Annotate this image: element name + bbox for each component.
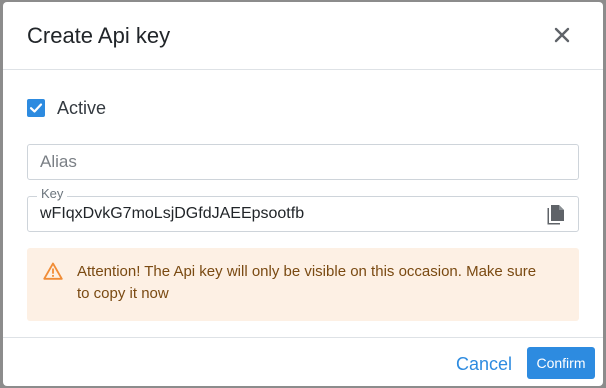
active-checkbox[interactable]	[27, 99, 45, 117]
dialog-body: Active Key wFIqxDvkG7moLsjDGfdJAEEpsootf…	[3, 70, 603, 338]
dialog-header: Create Api key	[3, 2, 603, 70]
create-api-key-dialog: Create Api key Active Key wFIqxDvkG7moLs…	[3, 2, 603, 386]
dialog-title: Create Api key	[27, 23, 171, 48]
active-toggle-row[interactable]: Active	[27, 96, 106, 120]
alias-input[interactable]	[27, 144, 579, 180]
dialog-footer: Cancel Confirm	[3, 337, 603, 386]
warning-triangle-icon	[43, 262, 63, 280]
check-icon	[29, 103, 43, 113]
key-field: Key wFIqxDvkG7moLsjDGfdJAEEpsootfb	[27, 186, 579, 232]
close-icon	[554, 27, 570, 43]
warning-alert: Attention! The Api key will only be visi…	[27, 248, 579, 321]
copy-button[interactable]	[546, 204, 566, 226]
cancel-button[interactable]: Cancel	[448, 351, 520, 377]
active-label: Active	[57, 97, 107, 118]
key-label: Key	[37, 186, 68, 202]
key-value: wFIqxDvkG7moLsjDGfdJAEEpsootfb	[40, 205, 305, 222]
warning-text: Attention! The Api key will only be visi…	[77, 263, 537, 302]
confirm-button[interactable]: Confirm	[527, 347, 595, 379]
copy-icon	[547, 205, 564, 225]
close-button[interactable]	[551, 24, 573, 46]
